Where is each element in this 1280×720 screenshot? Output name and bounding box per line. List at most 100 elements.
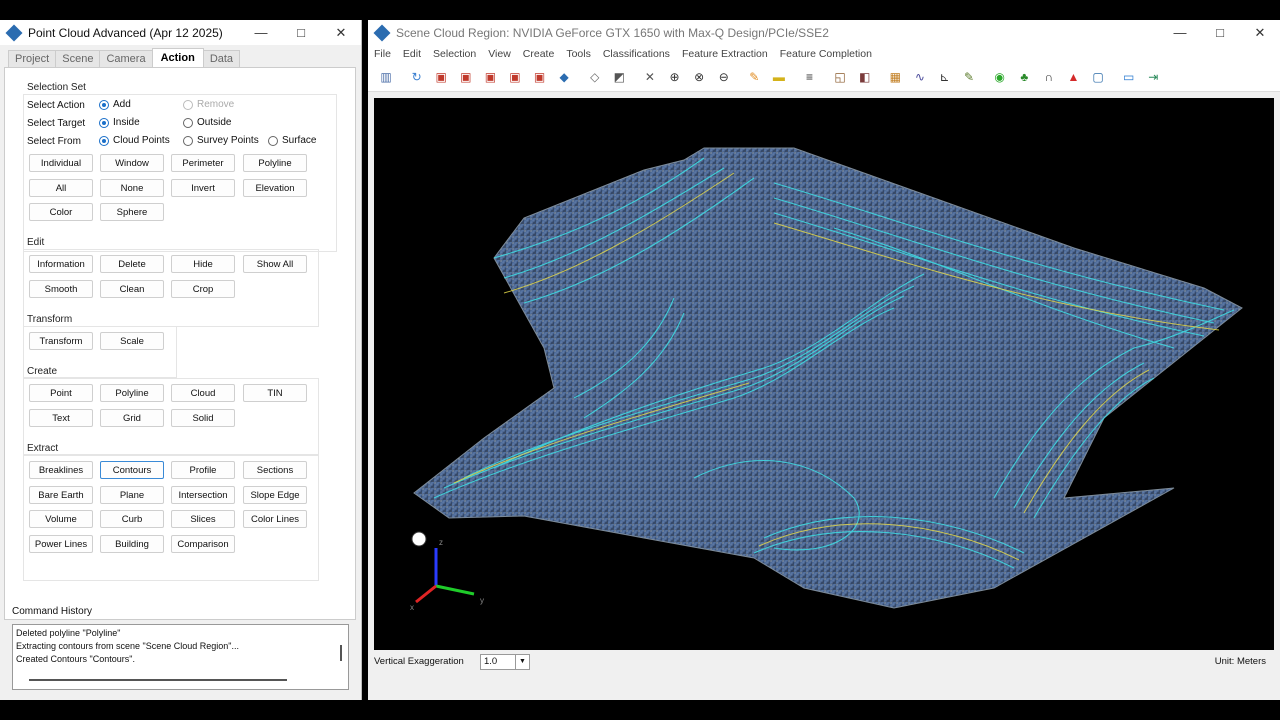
radio-surface[interactable]: Surface: [268, 135, 316, 146]
point-button[interactable]: Point: [29, 384, 93, 402]
power-lines-button[interactable]: Power Lines: [29, 535, 93, 553]
minimize-icon[interactable]: —: [241, 25, 281, 40]
zoom-window-icon[interactable]: ⊕: [665, 67, 685, 87]
menu-edit[interactable]: Edit: [403, 48, 421, 60]
contour-tool-icon[interactable]: ∿: [910, 67, 930, 87]
sphere-button[interactable]: Sphere: [100, 203, 164, 221]
radio-outside[interactable]: Outside: [183, 117, 231, 128]
menu-view[interactable]: View: [488, 48, 511, 60]
bare-earth-button[interactable]: Bare Earth: [29, 486, 93, 504]
view-iso-icon[interactable]: ◆: [554, 67, 574, 87]
profile-button[interactable]: Profile: [171, 461, 235, 479]
grid-button[interactable]: Grid: [100, 409, 164, 427]
volume-button[interactable]: Volume: [29, 510, 93, 528]
radio-inside[interactable]: Inside: [99, 117, 140, 128]
monitor-icon[interactable]: ▭: [1119, 67, 1139, 87]
comparison-button[interactable]: Comparison: [171, 535, 235, 553]
layers-icon[interactable]: ≡: [800, 67, 820, 87]
fit-plane-icon[interactable]: ◩: [609, 67, 629, 87]
text-button[interactable]: Text: [29, 409, 93, 427]
menu-feature-extraction[interactable]: Feature Extraction: [682, 48, 768, 60]
rotate-icon[interactable]: ↻: [407, 67, 427, 87]
delete-button[interactable]: Delete: [100, 255, 164, 273]
color-lines-button[interactable]: Color Lines: [243, 510, 307, 528]
classify-icon[interactable]: ▦: [885, 67, 905, 87]
export-icon[interactable]: ⇥: [1143, 67, 1163, 87]
zoom-extents-icon[interactable]: ⊗: [689, 67, 709, 87]
tab-action[interactable]: Action: [151, 48, 204, 67]
tab-project[interactable]: Project: [8, 50, 57, 67]
menu-selection[interactable]: Selection: [433, 48, 476, 60]
hydrant-icon[interactable]: ▲: [1063, 67, 1083, 87]
individual-button[interactable]: Individual: [29, 154, 93, 172]
clean-button[interactable]: Clean: [100, 280, 164, 298]
view-right-icon[interactable]: ▣: [480, 67, 500, 87]
hide-button[interactable]: Hide: [171, 255, 235, 273]
sections-button[interactable]: Sections: [243, 461, 307, 479]
building-button[interactable]: Building: [100, 535, 164, 553]
tree-icon[interactable]: ♣: [1014, 67, 1034, 87]
layout-icon[interactable]: ▥: [376, 67, 396, 87]
vertical-scrollbar[interactable]: [340, 645, 342, 661]
tab-camera[interactable]: Camera: [99, 50, 153, 67]
radio-survey-points[interactable]: Survey Points: [183, 135, 259, 146]
polyline-create-button[interactable]: Polyline: [100, 384, 164, 402]
command-history-log[interactable]: Deleted polyline "Polyline" Extracting c…: [12, 624, 349, 690]
frame-icon[interactable]: ▢: [1088, 67, 1108, 87]
view-back-icon[interactable]: ▣: [505, 67, 525, 87]
slope-edge-button[interactable]: Slope Edge: [243, 486, 307, 504]
color-button[interactable]: Color: [29, 203, 93, 221]
view-top-icon[interactable]: ▣: [456, 67, 476, 87]
tin-button[interactable]: TIN: [243, 384, 307, 402]
target-icon[interactable]: ◉: [990, 67, 1010, 87]
3d-viewport[interactable]: z y x: [374, 98, 1274, 650]
contours-button[interactable]: Contours: [100, 461, 164, 479]
slices-button[interactable]: Slices: [171, 510, 235, 528]
select-window-icon[interactable]: ◱: [830, 67, 850, 87]
inspect-icon[interactable]: ◧: [855, 67, 875, 87]
vertical-exaggeration-select[interactable]: 1.0 ▼: [480, 654, 530, 670]
perimeter-button[interactable]: Perimeter: [171, 154, 235, 172]
minimize-icon[interactable]: —: [1160, 25, 1200, 40]
radio-cloud-points[interactable]: Cloud Points: [99, 135, 170, 146]
curb-button[interactable]: Curb: [100, 510, 164, 528]
menu-classifications[interactable]: Classifications: [603, 48, 670, 60]
menu-feature-completion[interactable]: Feature Completion: [780, 48, 872, 60]
horizontal-scrollbar[interactable]: [29, 679, 287, 681]
show-all-button[interactable]: Show All: [243, 255, 307, 273]
breaklines-button[interactable]: Breaklines: [29, 461, 93, 479]
scale-button[interactable]: Scale: [100, 332, 164, 350]
view-left-icon[interactable]: ▣: [530, 67, 550, 87]
elevation-button[interactable]: Elevation: [243, 179, 307, 197]
polyline-select-button[interactable]: Polyline: [243, 154, 307, 172]
information-button[interactable]: Information: [29, 255, 93, 273]
erase-icon[interactable]: ✕: [640, 67, 660, 87]
profile-chart-icon[interactable]: ⊾: [934, 67, 954, 87]
menu-tools[interactable]: Tools: [566, 48, 591, 60]
plane-button[interactable]: Plane: [100, 486, 164, 504]
tab-data[interactable]: Data: [202, 50, 241, 67]
radio-remove[interactable]: Remove: [183, 99, 234, 110]
maximize-icon[interactable]: □: [281, 25, 321, 40]
menu-create[interactable]: Create: [523, 48, 555, 60]
zoom-out-icon[interactable]: ⊖: [714, 67, 734, 87]
measure-icon[interactable]: ✎: [744, 67, 764, 87]
ruler-icon[interactable]: ▬: [769, 67, 789, 87]
edit-map-icon[interactable]: ✎: [959, 67, 979, 87]
maximize-icon[interactable]: □: [1200, 25, 1240, 40]
view-front-icon[interactable]: ▣: [431, 67, 451, 87]
smooth-button[interactable]: Smooth: [29, 280, 93, 298]
menu-file[interactable]: File: [374, 48, 391, 60]
point-icon[interactable]: ◇: [585, 67, 605, 87]
crop-button[interactable]: Crop: [171, 280, 235, 298]
all-button[interactable]: All: [29, 179, 93, 197]
close-icon[interactable]: ✕: [1240, 25, 1280, 41]
radio-add[interactable]: Add: [99, 99, 131, 110]
intersection-button[interactable]: Intersection: [171, 486, 235, 504]
close-icon[interactable]: ✕: [321, 25, 361, 41]
curb-icon[interactable]: ∩: [1039, 67, 1059, 87]
tab-scene[interactable]: Scene: [55, 50, 101, 67]
invert-button[interactable]: Invert: [171, 179, 235, 197]
none-button[interactable]: None: [100, 179, 164, 197]
transform-button[interactable]: Transform: [29, 332, 93, 350]
